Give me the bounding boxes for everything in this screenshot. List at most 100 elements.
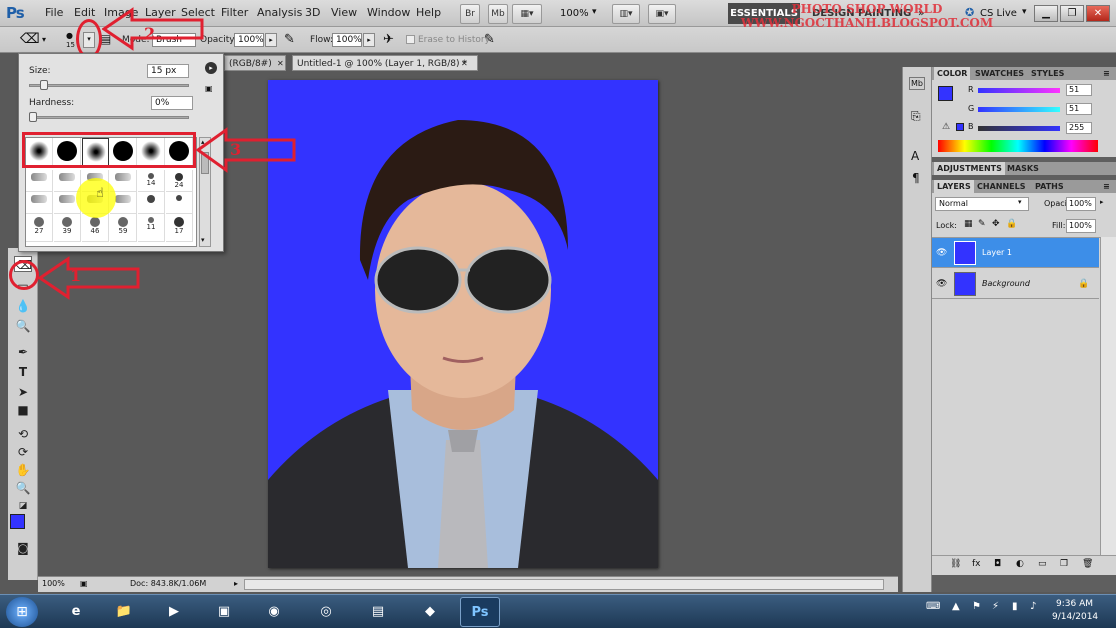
brush-preset[interactable]: 46 [82, 214, 109, 242]
b-input[interactable]: 255 [1066, 122, 1092, 134]
tab-styles[interactable]: STYLES [1028, 67, 1067, 80]
brush-preset[interactable]: 27 [26, 214, 53, 242]
brush-preset[interactable] [26, 170, 53, 192]
brush-preset[interactable] [166, 192, 193, 214]
size-slider-track[interactable] [29, 84, 189, 87]
lock-pixels-icon[interactable]: ✎ [978, 219, 986, 229]
close-icon[interactable]: ✕ [461, 56, 468, 72]
brush-preset[interactable]: 14 [138, 170, 165, 192]
document-canvas[interactable] [268, 80, 658, 568]
screen-mode-button[interactable]: ▣▾ [648, 4, 676, 24]
layer-name[interactable]: Background [982, 269, 1030, 299]
brush-preset[interactable]: 24 [166, 170, 193, 192]
dodge-tool-icon[interactable]: 🔍 [14, 318, 32, 334]
r-slider[interactable] [978, 88, 1060, 93]
blur-tool-icon[interactable]: 💧 [14, 298, 32, 314]
default-colors-icon[interactable]: ◪ [14, 498, 32, 514]
r-input[interactable]: 51 [1066, 84, 1092, 96]
character-icon[interactable]: A [911, 149, 919, 163]
lock-position-icon[interactable]: ✥ [992, 219, 1000, 229]
brush-preset[interactable]: 17 [166, 214, 193, 242]
history-icon[interactable]: ⎘ [911, 109, 921, 124]
keyboard-icon[interactable]: ⌨ [926, 601, 940, 612]
flag-icon[interactable]: ⚑ [972, 601, 981, 612]
firefox-icon[interactable]: ◉ [254, 597, 294, 627]
ie-icon[interactable]: e [56, 597, 96, 627]
brush-preset[interactable]: 59 [110, 214, 137, 242]
chevron-right-icon[interactable]: ▸ [1100, 198, 1104, 206]
color-spectrum-bar[interactable] [938, 140, 1098, 152]
chevron-down-icon[interactable]: ▾ [1022, 7, 1027, 17]
network-icon[interactable]: ⚡ [992, 601, 999, 612]
delete-layer-icon[interactable]: 🗑 [1082, 559, 1093, 569]
arrange-documents-button[interactable]: ▥▾ [612, 4, 640, 24]
type-tool-icon[interactable]: T [14, 364, 32, 380]
chevron-down-icon[interactable]: ▾ [592, 7, 597, 17]
menu-help[interactable]: Help [416, 6, 441, 19]
status-icon[interactable]: ▣ [80, 577, 88, 591]
link-layers-icon[interactable]: ⛓ [950, 559, 961, 569]
chevron-down-icon[interactable]: ▾ [1018, 198, 1022, 206]
tab-adjustments[interactable]: ADJUSTMENTS [934, 162, 1005, 175]
app2-icon[interactable]: ▤ [358, 597, 398, 627]
new-layer-icon[interactable]: ❐ [1060, 559, 1068, 569]
lock-transparent-icon[interactable]: ▦ [964, 219, 973, 229]
hardness-slider-track[interactable] [29, 116, 189, 119]
flow-input[interactable]: 100% [332, 33, 362, 47]
size-input[interactable]: 15 px [147, 64, 189, 78]
rectangle-tool-icon[interactable]: ■ [14, 402, 32, 418]
size-slider-knob[interactable] [40, 80, 49, 90]
g-slider[interactable] [978, 107, 1060, 112]
status-zoom[interactable]: 100% [42, 577, 65, 591]
layer-row-background[interactable]: 👁 Background 🔒 [932, 269, 1099, 299]
opacity-slider-button[interactable]: ▸ [265, 33, 277, 47]
panel-menu-icon[interactable]: ≡ [1100, 180, 1113, 193]
minibridge-button[interactable]: Mb [488, 4, 508, 24]
tab-channels[interactable]: CHANNELS [974, 180, 1028, 193]
chrome-icon[interactable]: ◎ [306, 597, 346, 627]
minimize-button[interactable]: ▁ [1034, 5, 1058, 22]
show-hidden-icon[interactable]: ▲ [952, 601, 960, 612]
menu-edit[interactable]: Edit [74, 6, 95, 19]
zoom-level[interactable]: 100% [560, 8, 589, 19]
paragraph-icon[interactable]: ¶ [912, 171, 920, 185]
hardness-slider-knob[interactable] [29, 112, 37, 122]
close-icon[interactable]: ✕ [277, 56, 284, 72]
erase-to-history-checkbox[interactable] [406, 35, 415, 44]
foreground-color-swatch[interactable] [938, 86, 953, 101]
app-icon[interactable]: ▣ [204, 597, 244, 627]
opacity-input[interactable]: 100% [234, 33, 264, 47]
horizontal-scrollbar[interactable] [244, 579, 884, 590]
lock-all-icon[interactable]: 🔒 [1006, 219, 1017, 229]
3d-orbit-tool-icon[interactable]: ⟳ [14, 444, 32, 460]
tab-swatches[interactable]: SWATCHES [972, 67, 1027, 80]
tab-masks[interactable]: MASKS [1004, 162, 1042, 175]
clock-time[interactable]: 9:36 AM [1056, 599, 1093, 609]
pen-tool-icon[interactable]: ✒ [14, 344, 32, 360]
blend-mode-select[interactable]: Normal [935, 197, 1029, 211]
menu-analysis[interactable]: Analysis [257, 6, 302, 19]
tab-layers[interactable]: LAYERS [934, 180, 974, 193]
brush-preset[interactable]: 11 [138, 214, 165, 242]
3d-rotate-tool-icon[interactable]: ⟲ [14, 426, 32, 442]
brush-preset[interactable] [26, 192, 53, 214]
adjustment-layer-icon[interactable]: ◐ [1016, 559, 1024, 569]
brush-preset[interactable]: 39 [54, 214, 81, 242]
pressure-size-icon[interactable]: ✎ [484, 32, 495, 47]
airbrush-icon[interactable]: ✈ [383, 32, 394, 47]
fx-icon[interactable]: fx [972, 559, 981, 569]
tab-color[interactable]: COLOR [934, 67, 971, 80]
eraser-preset-icon[interactable]: ⌫ [20, 31, 40, 47]
media-icon[interactable]: ▶ [154, 597, 194, 627]
flow-slider-button[interactable]: ▸ [363, 33, 375, 47]
add-mask-icon[interactable]: ◘ [994, 559, 1001, 569]
hand-tool-icon[interactable]: ✋ [14, 462, 32, 478]
quick-mask-icon[interactable]: ◙ [14, 540, 32, 556]
eye-icon[interactable]: 👁 [936, 238, 947, 268]
tab-paths[interactable]: PATHS [1032, 180, 1067, 193]
photoshop-icon[interactable]: Ps [460, 597, 500, 627]
explorer-icon[interactable]: 📁 [104, 597, 144, 627]
layer-opacity-input[interactable]: 100% [1066, 197, 1096, 211]
menu-3d[interactable]: 3D [305, 6, 320, 19]
fill-input[interactable]: 100% [1066, 219, 1096, 233]
